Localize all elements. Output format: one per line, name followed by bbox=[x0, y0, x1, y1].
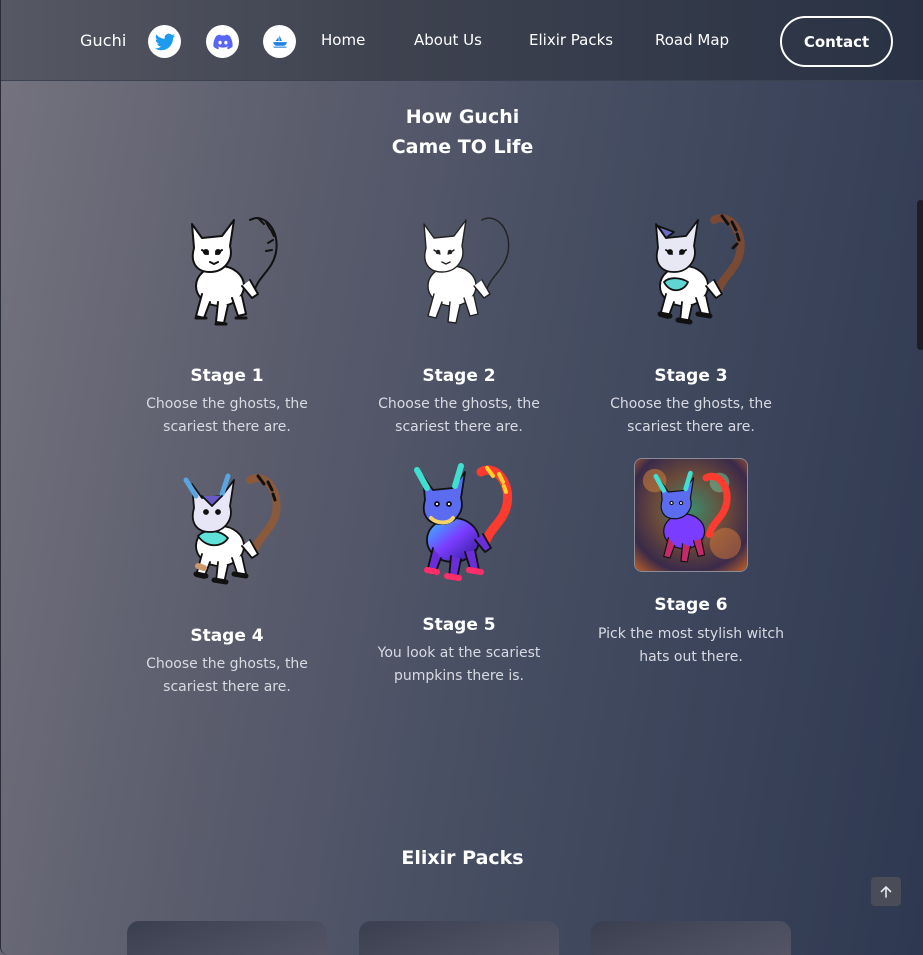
nav-home-link[interactable]: Home bbox=[321, 31, 365, 49]
scroll-to-top-button[interactable] bbox=[871, 877, 901, 906]
stage-3-name: Stage 3 bbox=[654, 366, 728, 386]
brand-logo-text[interactable]: Guchi bbox=[80, 31, 126, 50]
stage-2-description: Choose the ghosts, the scariest there ar… bbox=[378, 396, 540, 435]
discord-icon bbox=[212, 34, 233, 49]
creature-lineart-image bbox=[423, 217, 510, 324]
creature-colored-image bbox=[183, 473, 281, 585]
nav-road-map-link[interactable]: Road Map bbox=[655, 31, 729, 49]
stage-1-name: Stage 1 bbox=[190, 366, 264, 386]
creature-vivid-image bbox=[414, 463, 513, 581]
contact-button[interactable]: Contact bbox=[780, 16, 893, 67]
opensea-button[interactable] bbox=[263, 25, 296, 58]
creature-partial-color-image bbox=[655, 214, 745, 325]
how-title-line-2: Came TO Life bbox=[391, 136, 534, 158]
stage-5-description: You look at the scariest pumpkins there … bbox=[377, 645, 541, 684]
navbar: Guchi Home About Us Elixir Packs Road Ma… bbox=[1, 0, 923, 81]
stage-6-description: Pick the most stylish witch hats out the… bbox=[597, 626, 784, 665]
opensea-icon bbox=[269, 31, 290, 52]
discord-button[interactable] bbox=[206, 25, 239, 58]
how-section-title: How Guchi Came TO Life bbox=[1, 102, 923, 162]
creature-sketch-image bbox=[191, 217, 278, 326]
how-title-line-1: How Guchi bbox=[405, 106, 520, 128]
elixir-pack-card[interactable] bbox=[359, 921, 559, 955]
stage-4-description: Choose the ghosts, the scariest there ar… bbox=[146, 656, 308, 695]
elixir-pack-card[interactable] bbox=[127, 921, 327, 955]
page-scrollbar-thumb[interactable] bbox=[917, 200, 923, 350]
nav-about-link[interactable]: About Us bbox=[414, 31, 482, 49]
stage-2-name: Stage 2 bbox=[422, 366, 496, 386]
arrow-up-icon bbox=[880, 885, 892, 898]
stage-6-name: Stage 6 bbox=[654, 595, 728, 615]
elixir-pack-card[interactable] bbox=[591, 921, 791, 955]
stage-4-name: Stage 4 bbox=[190, 626, 264, 646]
twitter-icon bbox=[154, 33, 175, 50]
page: Guchi Home About Us Elixir Packs Road Ma… bbox=[0, 0, 923, 955]
stage-3-description: Choose the ghosts, the scariest there ar… bbox=[610, 396, 772, 435]
elixir-packs-title: Elixir Packs bbox=[401, 847, 524, 869]
twitter-button[interactable] bbox=[148, 25, 181, 58]
stage-1-description: Choose the ghosts, the scariest there ar… bbox=[146, 396, 308, 435]
stage-5-name: Stage 5 bbox=[422, 615, 496, 635]
creature-final-artwork-image bbox=[634, 458, 748, 572]
nav-elixir-packs-link[interactable]: Elixir Packs bbox=[529, 31, 613, 49]
